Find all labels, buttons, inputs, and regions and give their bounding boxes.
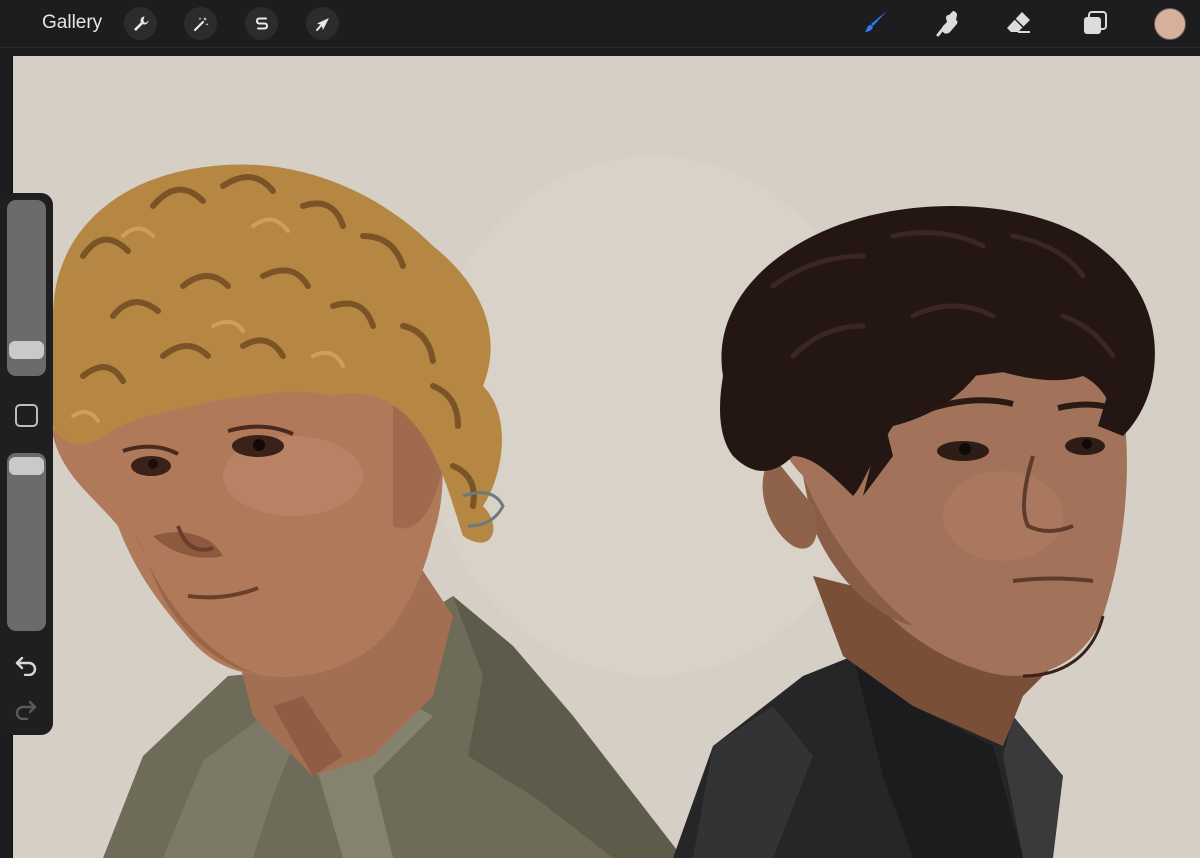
brush-size-slider[interactable] [7, 200, 46, 376]
smudge-finger-icon[interactable] [932, 6, 966, 40]
redo-icon[interactable] [12, 696, 40, 722]
color-swatch[interactable] [1154, 8, 1186, 40]
opacity-handle[interactable] [9, 457, 44, 475]
selection-s-icon[interactable] [245, 7, 278, 40]
brush-size-handle[interactable] [9, 341, 44, 359]
sidebar [0, 193, 53, 735]
eraser-icon[interactable] [1002, 6, 1036, 40]
gallery-button[interactable]: Gallery [42, 12, 102, 34]
magic-wand-icon[interactable] [184, 7, 217, 40]
brush-icon[interactable] [858, 6, 892, 40]
artwork-painting [13, 56, 1200, 858]
undo-icon[interactable] [12, 652, 40, 678]
opacity-slider[interactable] [7, 453, 46, 631]
arrow-cursor-icon[interactable] [306, 7, 339, 40]
top-toolbar: Gallery [0, 0, 1200, 48]
wrench-icon[interactable] [124, 7, 157, 40]
canvas[interactable] [12, 56, 1200, 858]
layers-icon[interactable] [1078, 6, 1112, 40]
square-modifier-icon[interactable] [15, 404, 38, 427]
